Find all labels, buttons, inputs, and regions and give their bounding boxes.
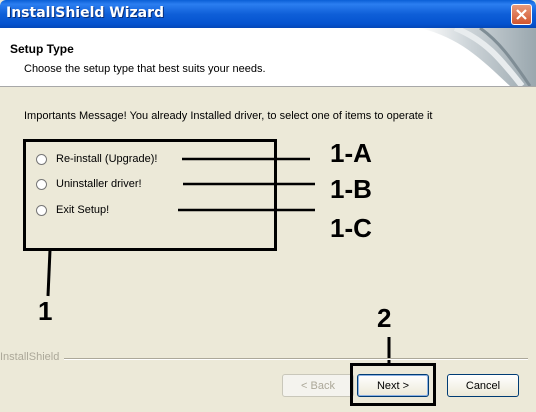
installshield-window: InstallShield Wizard Setup Type Choose t… [0, 0, 536, 412]
annotation-lines [46, 157, 391, 364]
callout-1b: 1-B [330, 174, 372, 204]
callout-1c: 1-C [330, 213, 372, 243]
callout-1: 1 [38, 296, 53, 326]
cancel-button[interactable]: Cancel [447, 374, 519, 397]
next-highlight-box [350, 363, 436, 406]
installshield-brand: InstallShield [0, 351, 60, 363]
callout-1a: 1-A [330, 138, 372, 168]
back-button[interactable]: < Back [282, 374, 354, 397]
footer-divider [64, 358, 528, 360]
callout-2: 2 [377, 303, 392, 333]
